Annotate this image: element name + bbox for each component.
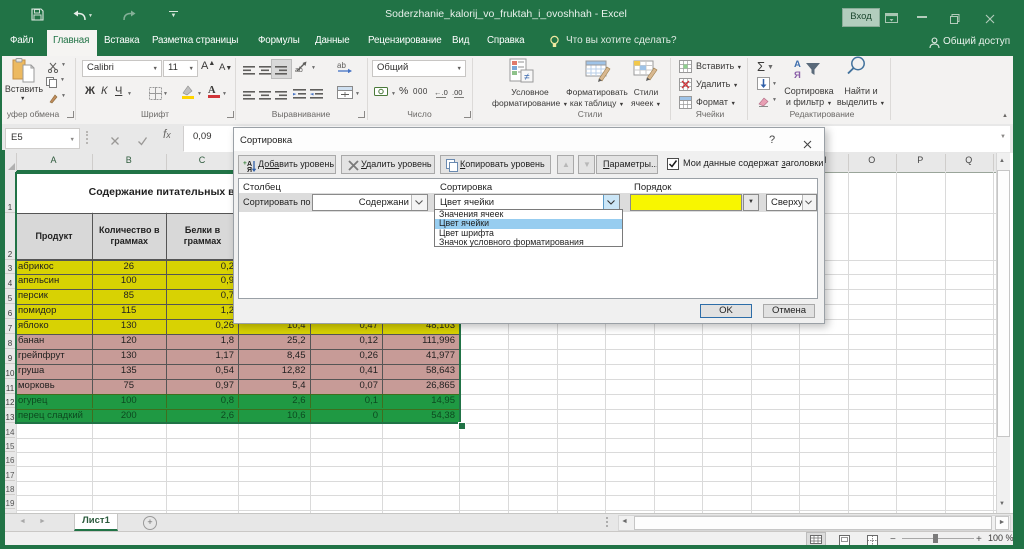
svg-text:А: А (794, 59, 801, 70)
svg-text:ab: ab (337, 61, 346, 70)
svg-text:≠: ≠ (524, 72, 530, 83)
svg-text:ab: ab (295, 67, 303, 73)
svg-text:Я: Я (794, 70, 801, 80)
svg-text:.00: .00 (452, 88, 462, 97)
svg-text:←.0: ←.0 (434, 88, 448, 97)
svg-text:Я: Я (247, 167, 252, 172)
